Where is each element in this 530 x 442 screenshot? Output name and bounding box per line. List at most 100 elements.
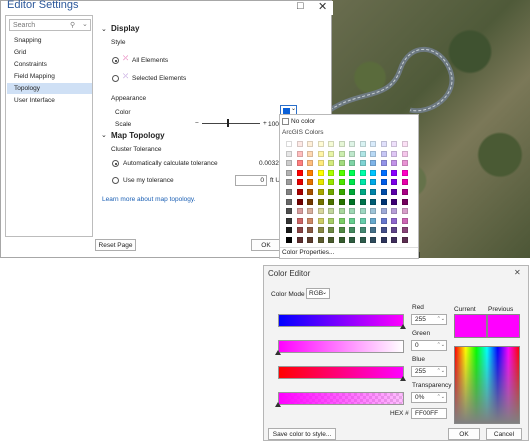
color-swatch[interactable] [307,179,313,186]
ok-button[interactable]: OK [251,239,281,251]
color-swatch[interactable] [328,150,334,157]
color-swatch[interactable] [349,237,355,243]
nav-item-user-interface[interactable]: User Interface [7,95,92,106]
color-swatch[interactable] [317,160,324,167]
color-swatch[interactable] [401,227,408,234]
color-swatch[interactable] [338,179,345,186]
color-swatch[interactable] [328,208,334,215]
color-swatch[interactable] [317,141,324,147]
cancel-button[interactable]: Cancel [486,428,522,440]
auto-tolerance-label[interactable]: Automatically calculate tolerance [123,160,218,167]
color-swatch[interactable] [317,198,324,205]
color-swatch[interactable] [286,150,292,157]
red-gradient-bar[interactable] [278,314,404,327]
color-swatch[interactable] [391,227,397,234]
scale-slider-thumb[interactable] [227,119,229,127]
scale-plus-button[interactable]: + [263,120,267,127]
color-swatch[interactable] [317,208,324,215]
color-swatch[interactable] [359,208,366,215]
color-swatch[interactable] [359,150,366,157]
nav-item-field-mapping[interactable]: Field Mapping [7,71,92,82]
color-swatch[interactable] [401,237,408,243]
color-swatch[interactable] [370,208,376,215]
color-swatch[interactable] [296,160,303,167]
color-swatch[interactable] [359,160,366,167]
close-icon[interactable]: ✕ [514,268,521,277]
color-mode-select[interactable]: RGB ⌄ [306,288,330,299]
color-swatch[interactable] [328,141,334,147]
color-swatch[interactable] [370,179,376,186]
color-swatch[interactable] [317,169,324,176]
color-swatch[interactable] [349,217,355,224]
color-swatch[interactable] [380,160,387,167]
color-swatch[interactable] [338,169,345,176]
color-swatch[interactable] [317,189,324,195]
color-swatch[interactable] [359,169,366,176]
auto-tolerance-radio[interactable] [112,160,119,167]
color-swatch[interactable] [359,217,366,224]
color-swatch[interactable] [349,189,355,195]
color-swatch[interactable] [296,208,303,215]
nav-item-constraints[interactable]: Constraints [7,59,92,70]
restore-icon[interactable]: □ [297,0,304,12]
color-swatch[interactable] [349,208,355,215]
nav-item-topology[interactable]: Topology [7,83,92,94]
selected-elements-radio[interactable] [112,75,119,82]
color-swatch[interactable] [328,179,334,186]
learn-more-link[interactable]: Learn more about map topology. [102,196,195,203]
color-swatch[interactable] [296,150,303,157]
color-swatch[interactable] [328,189,334,195]
my-tolerance-radio[interactable] [112,177,119,184]
color-swatch[interactable] [296,169,303,176]
green-input[interactable]: 0 [411,340,447,351]
color-swatch[interactable] [370,227,376,234]
reset-page-button[interactable]: Reset Page [95,239,136,251]
color-swatch[interactable] [401,217,408,224]
color-swatch[interactable] [307,217,313,224]
color-swatch[interactable] [401,189,408,195]
my-tolerance-label[interactable]: Use my tolerance [123,177,174,184]
color-swatch[interactable] [317,150,324,157]
color-swatch[interactable] [359,198,366,205]
color-swatch[interactable] [296,237,303,243]
color-swatch[interactable] [286,198,292,205]
color-swatch[interactable] [359,227,366,234]
color-swatch[interactable] [391,160,397,167]
blue-gradient-bar[interactable] [278,366,404,379]
color-spectrum-picker[interactable] [454,346,520,424]
color-swatch[interactable] [338,160,345,167]
color-swatch[interactable] [307,150,313,157]
color-swatch[interactable] [307,198,313,205]
color-swatch[interactable] [338,208,345,215]
color-swatch[interactable] [328,217,334,224]
red-slider-thumb[interactable] [400,324,406,329]
color-swatch[interactable] [338,198,345,205]
color-swatch[interactable] [286,179,292,186]
transparency-input[interactable]: 0% [411,392,447,403]
color-swatch[interactable] [380,150,387,157]
color-swatch[interactable] [380,227,387,234]
color-swatch[interactable] [286,227,292,234]
color-swatch[interactable] [380,208,387,215]
color-swatch[interactable] [307,160,313,167]
color-swatch[interactable] [401,150,408,157]
nav-item-snapping[interactable]: Snapping [7,35,92,46]
color-swatch[interactable] [286,217,292,224]
color-swatch[interactable] [359,237,366,243]
color-swatch[interactable] [307,237,313,243]
color-swatch[interactable] [296,189,303,195]
color-swatch[interactable] [349,160,355,167]
color-swatch[interactable] [349,169,355,176]
color-swatch[interactable] [370,237,376,243]
color-swatch[interactable] [391,198,397,205]
save-color-to-style-button[interactable]: Save color to style... [268,428,336,440]
color-swatch[interactable] [328,227,334,234]
all-elements-label[interactable]: All Elements [132,57,168,64]
scale-minus-button[interactable]: − [195,120,199,127]
color-swatch[interactable] [349,150,355,157]
color-swatch[interactable] [401,169,408,176]
color-swatch[interactable] [391,169,397,176]
color-swatch[interactable] [391,217,397,224]
color-swatch[interactable] [380,169,387,176]
color-swatch[interactable] [307,189,313,195]
